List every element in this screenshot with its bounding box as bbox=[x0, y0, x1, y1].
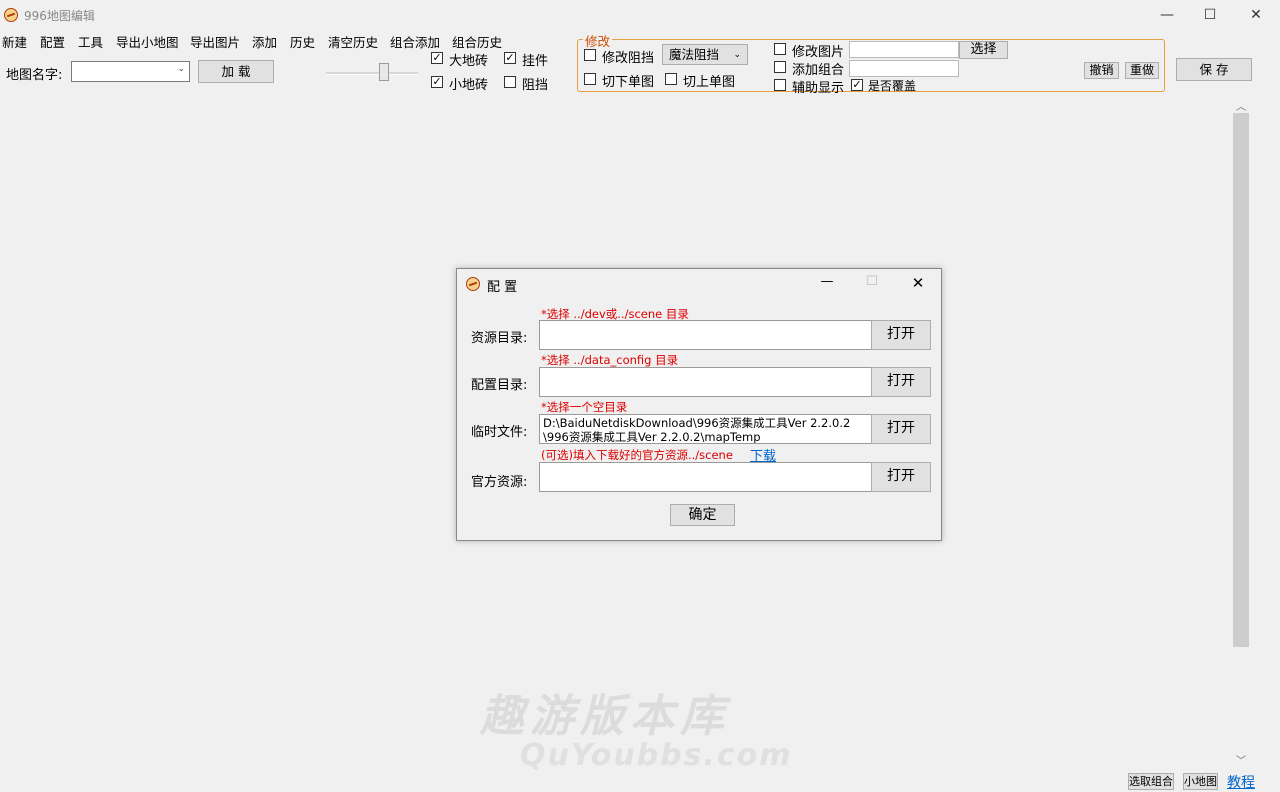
menu-config[interactable]: 配置 bbox=[40, 32, 65, 51]
minimap-button[interactable]: 小地图 bbox=[1183, 773, 1218, 790]
block-checkbox[interactable] bbox=[504, 76, 516, 88]
zoom-slider-thumb[interactable] bbox=[379, 63, 389, 81]
temp-dir-line1: D:\BaiduNetdiskDownload\996资源集成工具Ver 2.2… bbox=[543, 416, 851, 430]
menu-add[interactable]: 添加 bbox=[252, 32, 277, 51]
load-button[interactable]: 加 载 bbox=[198, 60, 274, 83]
menu-export-image[interactable]: 导出图片 bbox=[190, 32, 240, 51]
menu-export-minimap[interactable]: 导出小地图 bbox=[116, 32, 179, 51]
map-name-label: 地图名字: bbox=[6, 68, 63, 83]
image-path-input[interactable] bbox=[849, 41, 959, 58]
resource-label: 资源目录: bbox=[471, 331, 528, 346]
block-label: 阻挡 bbox=[522, 78, 549, 93]
chevron-down-icon: ⌄ bbox=[177, 64, 185, 74]
cut-down-checkbox[interactable] bbox=[584, 73, 596, 85]
app-logo-icon bbox=[4, 8, 18, 22]
temp-open-button[interactable]: 打开 bbox=[871, 414, 931, 444]
watermark-text: 趣游版本库 bbox=[480, 691, 730, 742]
official-hint: (可选)填入下载好的官方资源../scene bbox=[541, 448, 733, 462]
minimize-button[interactable]: — bbox=[1152, 5, 1182, 25]
config-dir-input[interactable] bbox=[539, 367, 872, 397]
watermark-url: QuYoubbs.com bbox=[520, 738, 793, 773]
big-tile-checkbox[interactable]: ✓ bbox=[431, 52, 443, 64]
overwrite-checkbox[interactable]: ✓ bbox=[851, 79, 863, 91]
dialog-close-button[interactable]: ✕ bbox=[904, 274, 932, 292]
config-open-button[interactable]: 打开 bbox=[871, 367, 931, 397]
temp-hint: *选择一个空目录 bbox=[541, 400, 628, 414]
window-title: 996地图编辑 bbox=[24, 9, 95, 23]
add-combo-label: 添加组合 bbox=[792, 63, 845, 78]
maximize-button[interactable]: ☐ bbox=[1195, 5, 1225, 25]
cut-down-label: 切下单图 bbox=[602, 75, 655, 90]
official-label: 官方资源: bbox=[471, 475, 528, 490]
dialog-maximize-button: ☐ bbox=[866, 274, 878, 289]
aux-display-label: 辅助显示 bbox=[792, 81, 845, 96]
big-tile-label: 大地砖 bbox=[449, 54, 489, 69]
dialog-logo-icon bbox=[466, 277, 480, 291]
select-combo-button[interactable]: 选取组合 bbox=[1128, 773, 1174, 790]
cut-up-checkbox[interactable] bbox=[665, 73, 677, 85]
scroll-down-icon[interactable]: ﹀ bbox=[1236, 752, 1246, 767]
ok-button[interactable]: 确定 bbox=[670, 504, 735, 526]
config-hint: *选择 ../data_config 目录 bbox=[541, 353, 679, 367]
menu-combo-history[interactable]: 组合历史 bbox=[452, 32, 502, 51]
menu-tools[interactable]: 工具 bbox=[78, 32, 103, 51]
resource-dir-input[interactable] bbox=[539, 320, 872, 350]
save-button[interactable]: 保 存 bbox=[1176, 58, 1252, 81]
redo-button[interactable]: 重做 bbox=[1125, 62, 1159, 79]
resource-open-button[interactable]: 打开 bbox=[871, 320, 931, 350]
menu-history[interactable]: 历史 bbox=[290, 32, 315, 51]
add-combo-checkbox[interactable] bbox=[774, 61, 786, 73]
overwrite-label: 是否覆盖 bbox=[868, 79, 917, 93]
menu-clear-history[interactable]: 清空历史 bbox=[328, 32, 378, 51]
block-type-value: 魔法阻挡 bbox=[669, 47, 720, 62]
pendant-label: 挂件 bbox=[522, 54, 549, 69]
scroll-up-icon[interactable]: ︿ bbox=[1236, 98, 1246, 113]
config-label: 配置目录: bbox=[471, 378, 528, 393]
block-type-select[interactable]: 魔法阻挡 ⌄ bbox=[662, 44, 748, 65]
menu-new[interactable]: 新建 bbox=[2, 32, 27, 51]
close-button[interactable]: ✕ bbox=[1241, 5, 1271, 25]
cut-up-label: 切上单图 bbox=[683, 75, 736, 90]
dialog-title: 配 置 bbox=[487, 280, 518, 295]
zoom-slider-track[interactable] bbox=[326, 72, 418, 75]
dialog-minimize-button[interactable]: — bbox=[813, 274, 841, 289]
small-tile-label: 小地砖 bbox=[449, 78, 489, 93]
official-dir-input[interactable] bbox=[539, 462, 872, 492]
modify-block-checkbox[interactable] bbox=[584, 49, 596, 61]
menu-combo-add[interactable]: 组合添加 bbox=[390, 32, 440, 51]
modify-image-checkbox[interactable] bbox=[774, 43, 786, 55]
vertical-scrollbar-thumb[interactable] bbox=[1233, 113, 1249, 647]
combo-name-input[interactable] bbox=[849, 60, 959, 77]
map-name-select[interactable]: ⌄ bbox=[71, 61, 190, 82]
select-image-button[interactable]: 选择 bbox=[959, 41, 1008, 59]
pendant-checkbox[interactable]: ✓ bbox=[504, 52, 516, 64]
small-tile-checkbox[interactable]: ✓ bbox=[431, 76, 443, 88]
aux-display-checkbox[interactable] bbox=[774, 79, 786, 91]
undo-button[interactable]: 撤销 bbox=[1084, 62, 1119, 79]
config-dialog: 配 置 — ☐ ✕ *选择 ../dev或../scene 目录 资源目录: 打… bbox=[456, 268, 942, 541]
modify-block-label: 修改阻挡 bbox=[602, 51, 655, 66]
temp-label: 临时文件: bbox=[471, 425, 528, 440]
modify-image-label: 修改图片 bbox=[792, 45, 845, 60]
tutorial-link[interactable]: 教程 bbox=[1227, 772, 1255, 792]
chevron-down-icon: ⌄ bbox=[733, 50, 741, 60]
temp-dir-line2: \996资源集成工具Ver 2.2.0.2\mapTemp bbox=[543, 430, 761, 444]
official-open-button[interactable]: 打开 bbox=[871, 462, 931, 492]
temp-dir-input[interactable]: D:\BaiduNetdiskDownload\996资源集成工具Ver 2.2… bbox=[539, 414, 872, 444]
